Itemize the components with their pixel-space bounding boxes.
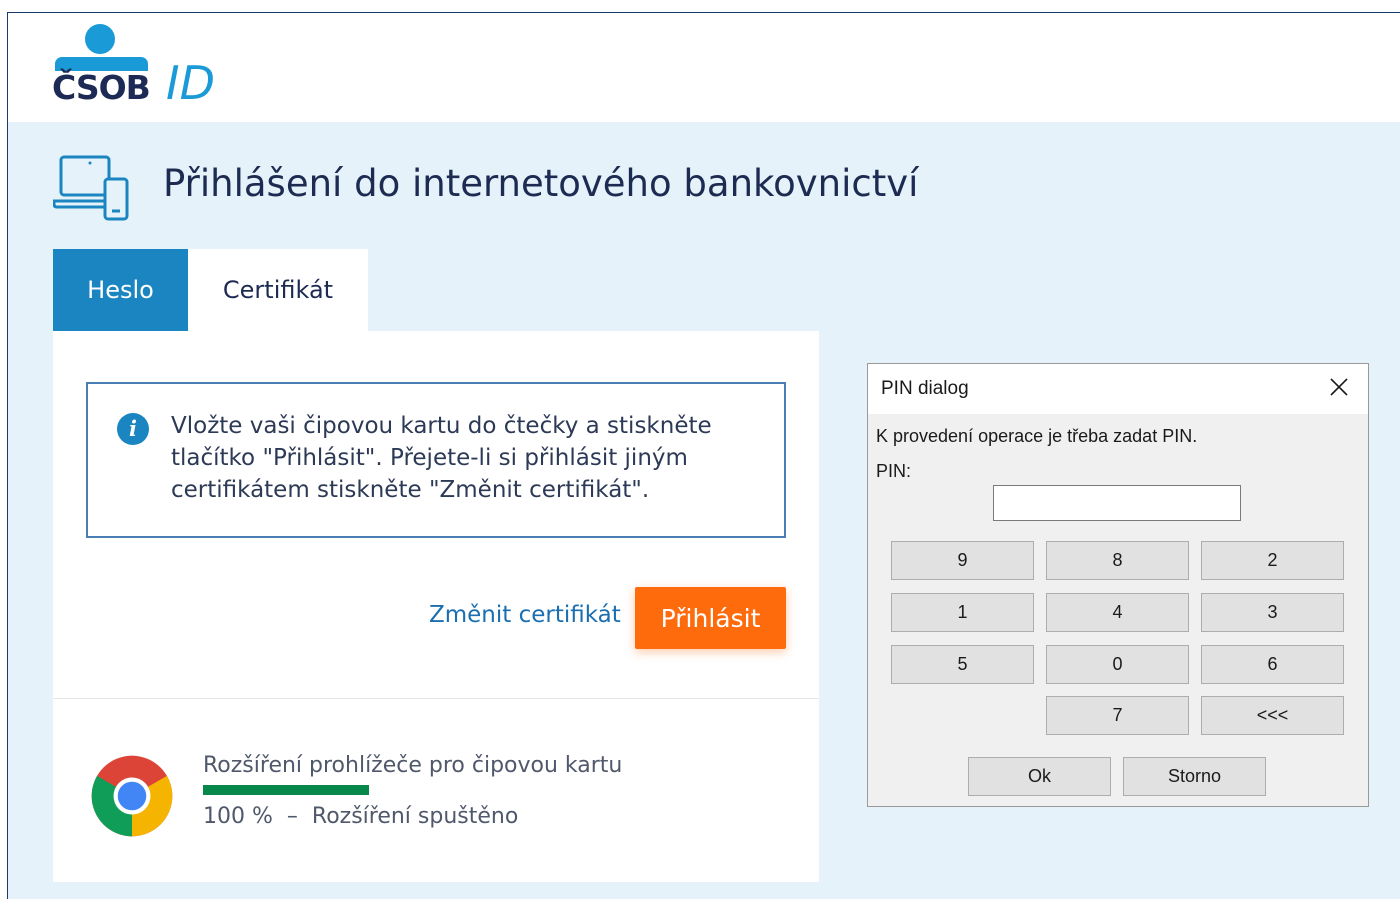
login-button-label: Přihlásit — [660, 603, 761, 633]
pin-dialog: PIN dialog K provedení operace je třeba … — [867, 363, 1369, 807]
page-title: Přihlášení do internetového bankovnictví — [163, 162, 919, 205]
pin-label: PIN: — [876, 461, 912, 481]
key-9[interactable]: 9 — [891, 541, 1034, 580]
tab-heslo-label: Heslo — [87, 276, 154, 304]
close-icon[interactable] — [1328, 376, 1350, 398]
extension-status-text: Rozšíření spuštěno — [311, 804, 519, 829]
devices-icon — [53, 155, 129, 221]
pin-dialog-title: PIN dialog — [881, 378, 969, 399]
tab-heslo[interactable]: Heslo — [53, 249, 188, 331]
extension-status: 100 % – Rozšíření spuštěno — [203, 804, 518, 829]
key-8[interactable]: 8 — [1046, 541, 1189, 580]
key-1[interactable]: 1 — [891, 593, 1034, 632]
extension-separator: – — [286, 804, 298, 829]
login-panel: i Vložte vaši čipovou kartu do čtečky a … — [53, 331, 819, 882]
key-6[interactable]: 6 — [1201, 645, 1344, 684]
csob-id-logo[interactable]: ČSOB ID — [52, 24, 222, 110]
key-3[interactable]: 3 — [1201, 593, 1344, 632]
divider — [53, 698, 819, 699]
header: ČSOB ID — [8, 13, 1400, 122]
change-certificate-link[interactable]: Změnit certifikát — [429, 602, 621, 628]
tab-certifikat-label: Certifikát — [222, 276, 334, 304]
cancel-button[interactable]: Storno — [1123, 757, 1266, 796]
pin-dialog-titlebar: PIN dialog — [868, 364, 1368, 414]
key-0[interactable]: 0 — [1046, 645, 1189, 684]
ok-button[interactable]: Ok — [968, 757, 1111, 796]
logo-figure-head — [85, 24, 115, 54]
tab-certifikat[interactable]: Certifikát — [188, 249, 368, 331]
key-4[interactable]: 4 — [1046, 593, 1189, 632]
extension-progress-bar — [203, 785, 369, 795]
key-5[interactable]: 5 — [891, 645, 1034, 684]
extension-progress-label: 100 % — [203, 804, 273, 829]
info-box: i Vložte vaši čipovou kartu do čtečky a … — [86, 382, 786, 538]
logo-id-text: ID — [166, 56, 215, 110]
info-icon: i — [117, 413, 149, 445]
login-button[interactable]: Přihlásit — [635, 587, 786, 649]
key-7[interactable]: 7 — [1046, 696, 1189, 735]
key-2[interactable]: 2 — [1201, 541, 1344, 580]
info-text: Vložte vaši čipovou kartu do čtečky a st… — [171, 413, 712, 503]
backspace-key[interactable]: <<< — [1201, 696, 1344, 735]
logo-text: ČSOB — [52, 68, 151, 107]
extension-title: Rozšíření prohlížeče pro čipovou kartu — [203, 753, 623, 778]
pin-dialog-message: K provedení operace je třeba zadat PIN. — [876, 426, 1198, 446]
chrome-icon — [91, 755, 173, 837]
pin-input[interactable] — [993, 485, 1241, 521]
